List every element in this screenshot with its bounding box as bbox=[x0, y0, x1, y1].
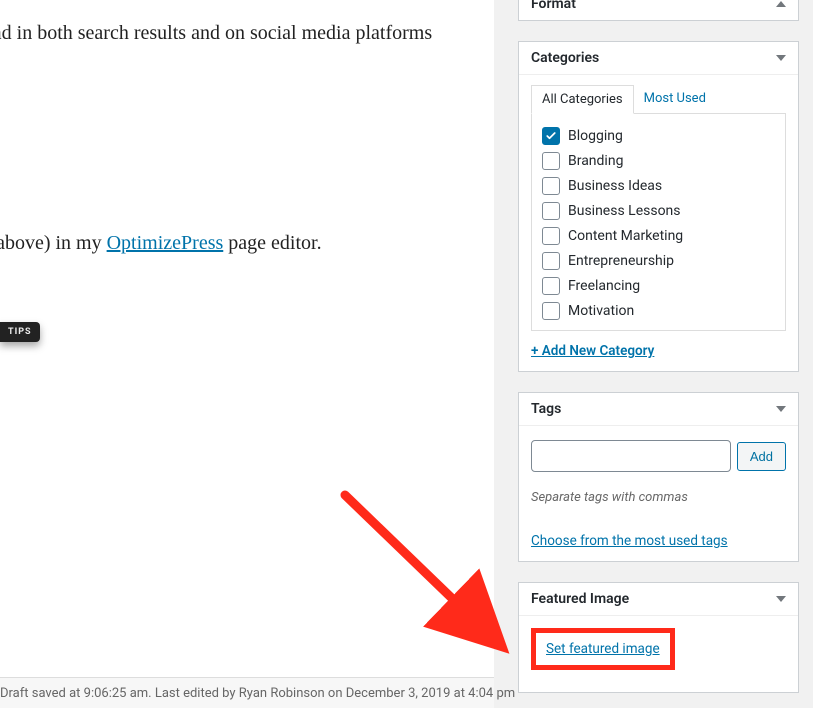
categories-title: Categories bbox=[531, 50, 599, 66]
category-item-freelancing[interactable]: Freelancing bbox=[542, 274, 775, 299]
checkbox-icon[interactable] bbox=[542, 227, 560, 245]
chevron-down-icon bbox=[776, 1, 786, 7]
sidebar: Format Categories All Categories Most Us… bbox=[518, 0, 799, 708]
tags-metabox: Tags Add Separate tags with commas Choos… bbox=[518, 392, 799, 562]
editor-status-footer: Draft saved at 9:06:25 am. Last edited b… bbox=[0, 677, 494, 708]
checkbox-icon[interactable] bbox=[542, 277, 560, 295]
add-category-link[interactable]: + Add New Category bbox=[531, 343, 654, 359]
checkbox-icon[interactable] bbox=[542, 252, 560, 270]
categories-metabox: Categories All Categories Most Used Blog… bbox=[518, 41, 799, 372]
checkbox-icon[interactable] bbox=[542, 302, 560, 320]
category-label: Freelancing bbox=[568, 278, 640, 294]
format-metabox: Format bbox=[518, 0, 799, 21]
format-toggle[interactable]: Format bbox=[519, 0, 798, 20]
category-label: Business Ideas bbox=[568, 178, 662, 194]
checkbox-checked-icon[interactable] bbox=[542, 127, 560, 145]
optimizepress-link[interactable]: OptimizePress bbox=[107, 232, 224, 254]
category-label: Motivation bbox=[568, 303, 634, 319]
category-label: Content Marketing bbox=[568, 228, 683, 244]
format-title: Format bbox=[531, 0, 576, 12]
featured-image-metabox: Featured Image Set featured image bbox=[518, 582, 799, 693]
tags-title: Tags bbox=[531, 401, 561, 417]
category-item-blogging[interactable]: Blogging bbox=[542, 124, 775, 149]
category-tabs: All Categories Most Used bbox=[531, 85, 786, 114]
chevron-up-icon bbox=[776, 55, 786, 61]
category-item-entrepreneurship[interactable]: Entrepreneurship bbox=[542, 249, 775, 274]
chevron-up-icon bbox=[776, 596, 786, 602]
checkbox-icon[interactable] bbox=[542, 152, 560, 170]
choose-most-used-tags-link[interactable]: Choose from the most used tags bbox=[531, 533, 728, 549]
tab-most-used[interactable]: Most Used bbox=[634, 85, 716, 114]
tab-all-categories[interactable]: All Categories bbox=[531, 85, 634, 114]
editor-text-post: page editor. bbox=[223, 232, 321, 254]
category-item-business-lessons[interactable]: Business Lessons bbox=[542, 199, 775, 224]
checkbox-icon[interactable] bbox=[542, 202, 560, 220]
category-label: Blogging bbox=[568, 128, 623, 144]
categories-toggle[interactable]: Categories bbox=[519, 42, 798, 75]
category-item-motivation[interactable]: Motivation bbox=[542, 299, 775, 324]
category-item-business-ideas[interactable]: Business Ideas bbox=[542, 174, 775, 199]
tags-hint: Separate tags with commas bbox=[531, 490, 786, 505]
editor-paragraph-1: osts (and in both search results and on … bbox=[0, 18, 482, 48]
chevron-up-icon bbox=[776, 406, 786, 412]
tags-input[interactable] bbox=[531, 440, 731, 472]
category-label: Entrepreneurship bbox=[568, 253, 674, 269]
editor-text-pre: nere (above) in my bbox=[0, 232, 107, 254]
category-item-content-marketing[interactable]: Content Marketing bbox=[542, 224, 775, 249]
set-featured-image-link[interactable]: Set featured image bbox=[546, 641, 660, 657]
category-label: Branding bbox=[568, 153, 623, 169]
category-label: Business Lessons bbox=[568, 203, 681, 219]
featured-image-title: Featured Image bbox=[531, 591, 629, 607]
category-list: Blogging Branding Business Ideas Busines… bbox=[531, 113, 786, 331]
category-item-branding[interactable]: Branding bbox=[542, 149, 775, 174]
add-tag-button[interactable]: Add bbox=[737, 442, 786, 471]
editor-main: osts (and in both search results and on … bbox=[0, 0, 494, 708]
checkbox-icon[interactable] bbox=[542, 177, 560, 195]
editor-paragraph-2: nere (above) in my OptimizePress page ed… bbox=[0, 228, 482, 258]
featured-image-toggle[interactable]: Featured Image bbox=[519, 583, 798, 616]
tips-badge: TIPS bbox=[0, 322, 40, 342]
annotation-highlight: Set featured image bbox=[531, 628, 675, 670]
tags-toggle[interactable]: Tags bbox=[519, 393, 798, 426]
